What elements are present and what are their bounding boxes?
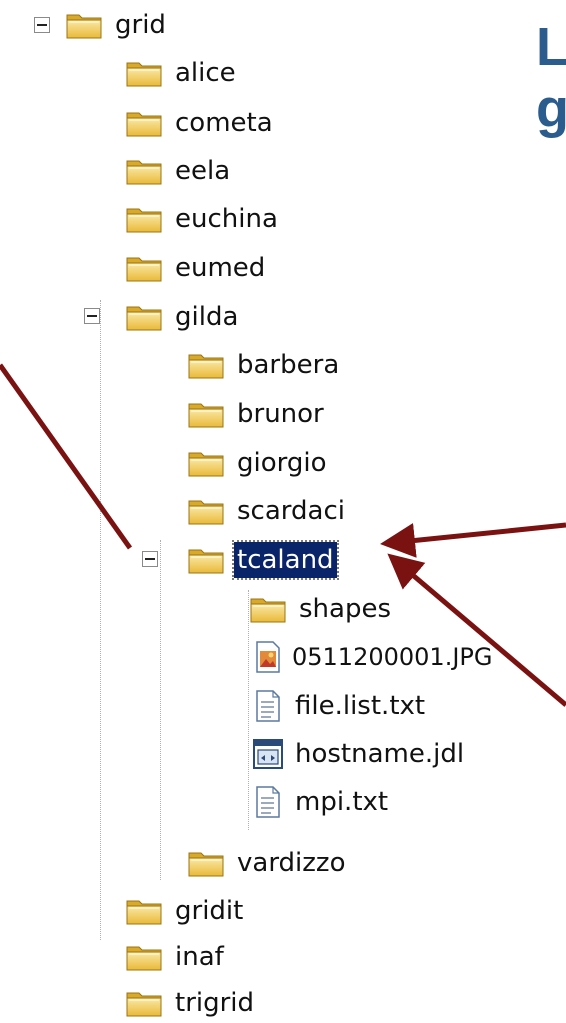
folder-icon xyxy=(124,940,164,974)
tree-item-label: cometa xyxy=(175,108,273,138)
folder-icon xyxy=(186,348,226,382)
tree-item-alice[interactable]: alice xyxy=(124,53,239,93)
tree-item-label: gilda xyxy=(175,302,239,332)
tree-item-hostname-jdl[interactable]: hostname.jdl xyxy=(248,734,467,774)
image-file-icon xyxy=(248,640,288,674)
tree-item-label: eumed xyxy=(175,253,266,283)
collapse-toggle-gilda[interactable] xyxy=(84,308,100,324)
tree-item-label: inaf xyxy=(175,942,224,972)
tree-item-inaf[interactable]: inaf xyxy=(124,937,227,977)
tree-item-shapes[interactable]: shapes xyxy=(248,589,394,629)
folder-tree: grid alice cometa eela euchina eumed gil… xyxy=(0,0,566,1018)
folder-open-icon xyxy=(186,543,226,577)
tree-item-tcaland[interactable]: tcaland xyxy=(186,540,339,580)
tree-item-label: barbera xyxy=(237,350,340,380)
tree-item-file-list-txt[interactable]: file.list.txt xyxy=(248,686,428,726)
tree-guide-line xyxy=(160,540,161,880)
tree-item-label: brunor xyxy=(237,399,324,429)
tree-item-eela[interactable]: eela xyxy=(124,151,233,191)
tree-item-label: eela xyxy=(175,156,231,186)
text-file-icon xyxy=(248,785,288,819)
tree-item-label: mpi.txt xyxy=(295,787,389,817)
tree-item-grid[interactable]: grid xyxy=(64,5,169,45)
folder-icon xyxy=(124,894,164,928)
folder-icon xyxy=(124,202,164,236)
folder-icon xyxy=(124,154,164,188)
text-file-icon xyxy=(248,689,288,723)
folder-icon xyxy=(124,251,164,285)
tree-item-label: giorgio xyxy=(237,448,327,478)
folder-icon xyxy=(186,494,226,528)
folder-icon xyxy=(186,846,226,880)
tree-item-giorgio[interactable]: giorgio xyxy=(186,443,330,483)
tree-item-label: hostname.jdl xyxy=(295,739,465,769)
tree-item-mpi-txt[interactable]: mpi.txt xyxy=(248,782,391,822)
folder-icon xyxy=(248,592,288,626)
heading-line-2: g xyxy=(536,79,566,139)
tree-item-eumed[interactable]: eumed xyxy=(124,248,268,288)
tree-item-label: euchina xyxy=(175,204,278,234)
collapse-toggle-grid[interactable] xyxy=(34,17,50,33)
tree-item-trigrid[interactable]: trigrid xyxy=(124,983,257,1023)
tree-item-cometa[interactable]: cometa xyxy=(124,103,276,143)
tree-item-label: alice xyxy=(175,58,236,88)
tree-item-label: grid xyxy=(115,10,166,40)
tree-item-scardaci[interactable]: scardaci xyxy=(186,491,348,531)
folder-open-icon xyxy=(64,8,104,42)
slide-heading-fragment: L g xyxy=(536,16,566,140)
folder-icon xyxy=(124,56,164,90)
tree-item-label: trigrid xyxy=(175,988,255,1018)
folder-icon xyxy=(186,446,226,480)
tree-item-label: file.list.txt xyxy=(295,691,426,721)
tree-item-label: shapes xyxy=(299,594,392,624)
folder-icon xyxy=(124,106,164,140)
tree-item-euchina[interactable]: euchina xyxy=(124,199,281,239)
folder-icon xyxy=(124,986,164,1020)
tree-item-gilda[interactable]: gilda xyxy=(124,297,241,337)
tree-item-label: scardaci xyxy=(237,496,345,526)
tree-item-label: 0511200001.JPG xyxy=(292,643,493,671)
jdl-file-icon xyxy=(248,737,288,771)
tree-item-label: gridit xyxy=(175,896,244,926)
collapse-toggle-tcaland[interactable] xyxy=(142,551,158,567)
tree-item-brunor[interactable]: brunor xyxy=(186,394,327,434)
tree-item-vardizzo[interactable]: vardizzo xyxy=(186,843,348,883)
tree-item-label: vardizzo xyxy=(237,848,346,878)
heading-line-1: L xyxy=(536,17,566,77)
tree-guide-line xyxy=(100,300,101,940)
tree-item-label-selected: tcaland xyxy=(232,540,339,580)
folder-icon xyxy=(186,397,226,431)
folder-open-icon xyxy=(124,300,164,334)
tree-item-barbera[interactable]: barbera xyxy=(186,345,342,385)
tree-item-jpg-file[interactable]: 0511200001.JPG xyxy=(248,637,492,677)
tree-item-gridit[interactable]: gridit xyxy=(124,891,246,931)
